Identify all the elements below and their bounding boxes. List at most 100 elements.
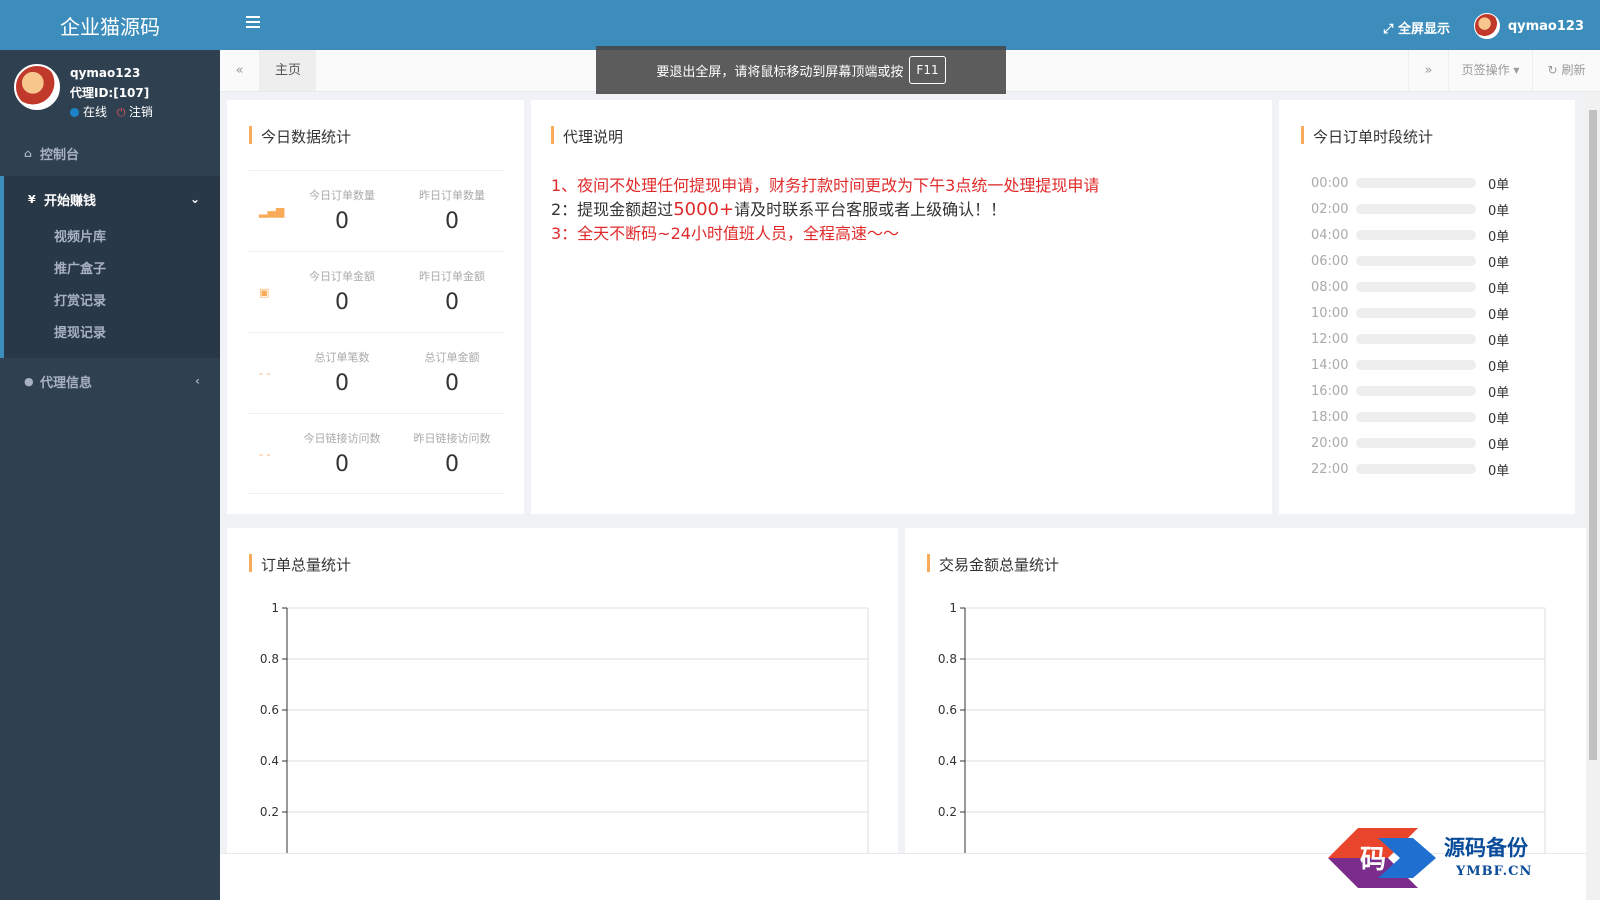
note-text: 请及时联系平台客服或者上级确认！！ <box>734 200 1007 219</box>
sidebar-item-agent-info[interactable]: ● 代理信息 ‹ <box>0 358 220 404</box>
orders-chart-panel: 订单总量统计 1 0.8 0.6 0.4 0.2 <box>227 528 898 853</box>
profile-username: qymao123 <box>70 66 141 80</box>
watermark-subtext: YMBF.CN <box>1456 864 1533 879</box>
agent-notes-panel: 代理说明 1、夜间不处理任何提现申请，财务打款时间更改为下午3点统一处理提现申请… <box>531 100 1272 514</box>
note-line-3: 3：全天不断码~24小时值班人员，全程高速～～ <box>551 224 899 243</box>
y-tick-label: 1 <box>949 601 957 615</box>
note-highlight: 5000+ <box>673 199 735 220</box>
tab-ops-label: 页签操作 <box>1461 63 1510 77</box>
tab-operations-dropdown[interactable]: 页签操作 ▾ <box>1448 50 1532 91</box>
watermark-logo: 码 源码备份 YMBF.CN <box>1318 820 1588 890</box>
timeslot-bar <box>1356 308 1476 318</box>
timeslot-value: 0单 <box>1488 281 1510 297</box>
y-tick-label: 1 <box>271 601 279 615</box>
sidebar-subitem-promo-box[interactable]: 推广盒子 <box>4 254 220 286</box>
timeslot-time: 10:00 <box>1311 305 1349 321</box>
sidebar-item-label: 控制台 <box>40 147 80 163</box>
caret-down-icon: ▾ <box>1513 63 1520 77</box>
y-tick-label: 0.2 <box>260 805 279 819</box>
amount-chart-panel: 交易金额总量统计 1 0.8 0.6 0.4 0.2 <box>905 528 1586 853</box>
avatar <box>1473 13 1500 39</box>
timeslot-row: 00:00 0单 <box>1311 173 1509 193</box>
top-navbar: ⤢ 全屏显示 qymao123 <box>220 0 1600 50</box>
fullscreen-button[interactable]: ⤢ 全屏显示 <box>1383 18 1450 37</box>
refresh-icon: ↻ <box>1547 63 1558 77</box>
timeslot-time: 18:00 <box>1311 409 1349 425</box>
timeslot-row: 22:00 0单 <box>1311 459 1509 479</box>
panel-title: 代理说明 <box>551 126 623 147</box>
avatar[interactable] <box>14 64 60 110</box>
timeslot-row: 14:00 0单 <box>1311 355 1509 375</box>
stat-label: 今日订单金额 <box>309 270 375 283</box>
timeslot-time: 06:00 <box>1311 253 1349 269</box>
stat-value: 0 <box>445 290 459 315</box>
sidebar-item-dashboard[interactable]: ⌂ 控制台 <box>0 130 220 176</box>
timeslot-row: 02:00 0单 <box>1311 199 1509 219</box>
stat-value: 0 <box>445 452 459 477</box>
stat-value: 0 <box>445 371 459 396</box>
menu-toggle-icon[interactable] <box>246 16 260 28</box>
stat-row: - - 今日链接访问数 0 昨日链接访问数 0 <box>249 413 505 494</box>
stat-value: 0 <box>445 209 459 234</box>
timeslot-value: 0单 <box>1488 385 1510 401</box>
y-tick-label: 0.4 <box>260 754 279 768</box>
box-icon: ▣ <box>259 286 270 299</box>
stat-label: 昨日订单金额 <box>419 270 485 283</box>
timeslot-bar <box>1356 282 1476 292</box>
tabs-scroll-left-icon[interactable]: « <box>220 50 260 91</box>
timeslot-value: 0单 <box>1488 203 1510 219</box>
tabs-scroll-right-icon[interactable]: » <box>1408 50 1448 91</box>
panel-title: 今日订单时段统计 <box>1301 126 1433 147</box>
bar-chart-icon: ▂▄▆ <box>259 205 285 218</box>
stat-value: 0 <box>335 290 349 315</box>
note-line-1: 1、夜间不处理任何提现申请，财务打款时间更改为下午3点统一处理提现申请 <box>551 176 1100 195</box>
timeslot-row: 18:00 0单 <box>1311 407 1509 427</box>
timeslot-value: 0单 <box>1488 255 1510 271</box>
y-tick-label: 0.6 <box>260 703 279 717</box>
stat-value: 0 <box>335 209 349 234</box>
tab-home[interactable]: 主页 <box>260 50 316 91</box>
page-scrollbar[interactable] <box>1586 92 1600 900</box>
refresh-button[interactable]: ↻ 刷新 <box>1532 50 1600 91</box>
refresh-label: 刷新 <box>1561 63 1586 77</box>
sidebar-subitem-tip-records[interactable]: 打赏记录 <box>4 286 220 318</box>
y-tick-label: 0.2 <box>938 805 957 819</box>
topbar-username: qymao123 <box>1507 18 1584 34</box>
yen-icon: ¥ <box>28 192 36 206</box>
stat-row: ▂▄▆ 今日订单数量 0 昨日订单数量 0 <box>249 170 505 251</box>
timeslot-value: 0单 <box>1488 359 1510 375</box>
timeslot-row: 20:00 0单 <box>1311 433 1509 453</box>
sidebar-subitem-video-library[interactable]: 视频片库 <box>4 222 220 254</box>
scrollbar-thumb[interactable] <box>1589 110 1597 760</box>
timeslot-time: 12:00 <box>1311 331 1349 347</box>
fullscreen-label: 全屏显示 <box>1397 22 1450 37</box>
timeslot-time: 14:00 <box>1311 357 1349 373</box>
sidebar-subitem-withdraw-records[interactable]: 提现记录 <box>4 318 220 350</box>
timeslot-row: 06:00 0单 <box>1311 251 1509 271</box>
status-online: 在线 <box>83 105 108 119</box>
sidebar-item-earn[interactable]: ¥ 开始赚钱 ⌄ <box>4 176 220 222</box>
online-dot-icon <box>70 108 79 117</box>
fullscreen-exit-toast: 要退出全屏，请将鼠标移动到屏幕顶端或按 F11 <box>596 46 1006 94</box>
user-menu[interactable]: qymao123 <box>1473 13 1584 39</box>
home-icon: ⌂ <box>24 146 32 160</box>
y-tick-label: 0.8 <box>260 652 279 666</box>
timeslot-row: 10:00 0单 <box>1311 303 1509 323</box>
timeslot-value: 0单 <box>1488 307 1510 323</box>
timeslot-row: 08:00 0单 <box>1311 277 1509 297</box>
today-stats-panel: 今日数据统计 ▂▄▆ 今日订单数量 0 昨日订单数量 0 ▣ 今日订单金额 0 昨日订… <box>227 100 524 514</box>
note-text: 2：提现金额超过 <box>551 200 674 219</box>
chevron-left-icon: ‹ <box>195 374 200 388</box>
watermark-text: 源码备份 <box>1444 835 1528 860</box>
sidebar-group-earn: ¥ 开始赚钱 ⌄ 视频片库 推广盒子 打赏记录 提现记录 <box>0 176 220 358</box>
timeslot-value: 0单 <box>1488 229 1510 245</box>
timeslot-stats-panel: 今日订单时段统计 00:00 0单 02:00 0单 04:00 0单 06:00 0单 08:… <box>1279 100 1575 514</box>
y-tick-label: 0.8 <box>938 652 957 666</box>
logout-link[interactable]: 注销 <box>129 105 153 119</box>
timeslot-bar <box>1356 438 1476 448</box>
brand-logo[interactable]: 企业猫源码 <box>0 0 220 50</box>
timeslot-value: 0单 <box>1488 411 1510 427</box>
logout-icon[interactable]: ⏻ <box>117 107 127 118</box>
timeslot-bar <box>1356 386 1476 396</box>
orders-chart: 1 0.8 0.6 0.4 0.2 <box>260 601 869 853</box>
